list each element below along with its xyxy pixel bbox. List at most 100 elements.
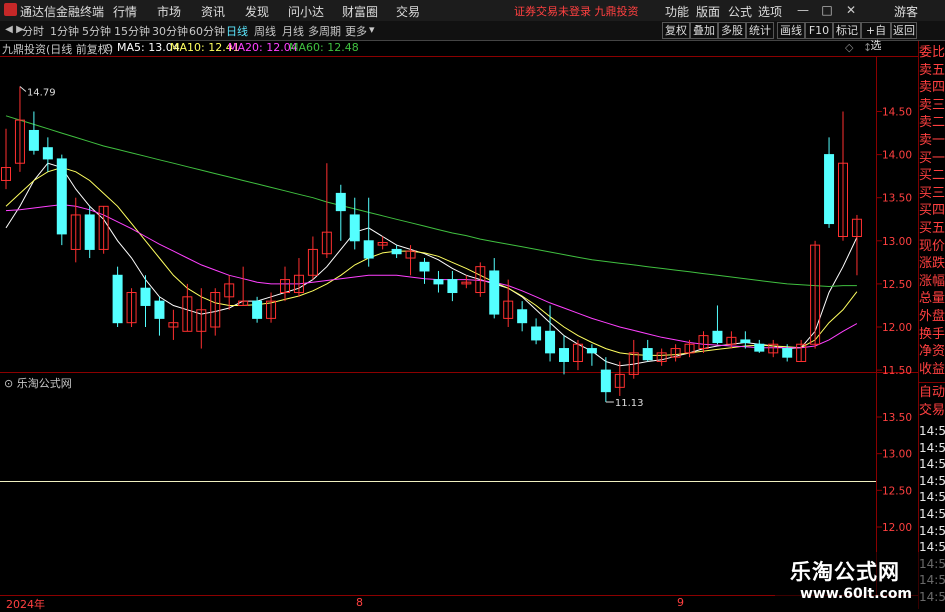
candle — [656, 348, 667, 366]
quote-label: 卖三 — [919, 97, 945, 113]
quote-label: 总量 — [919, 291, 945, 307]
candle — [28, 111, 39, 155]
kline-chart[interactable]: 14.50 14.00 13.50 13.00 12.50 12.00 11.50 14.7… — [0, 0, 945, 609]
candle-body — [754, 343, 765, 352]
candle — [196, 288, 207, 349]
candle — [391, 245, 402, 259]
candle-body — [42, 147, 53, 160]
quote-label: 卖四 — [919, 80, 945, 96]
candle — [768, 339, 779, 358]
ma-line-ma5 — [5, 162, 858, 367]
candle-body — [252, 300, 263, 319]
candle — [489, 258, 500, 319]
candle — [84, 206, 95, 259]
candle — [14, 86, 25, 172]
candle — [238, 266, 249, 306]
candle — [642, 339, 653, 362]
quote-label: 现价 — [919, 238, 945, 254]
candle-body — [112, 274, 123, 324]
candle — [461, 275, 472, 289]
candle-body — [782, 348, 793, 358]
candle — [824, 137, 835, 228]
candle — [433, 270, 444, 293]
candle — [712, 305, 723, 345]
quote-label: 收益 — [919, 361, 945, 377]
candle — [252, 296, 263, 323]
candle — [293, 258, 304, 297]
candle — [56, 154, 67, 246]
tick-time: 14:56 — [919, 440, 945, 455]
high-marker-line — [19, 86, 27, 92]
candle — [182, 283, 193, 332]
candle — [614, 361, 625, 396]
sub-panel-header[interactable]: ⊙ 乐淘公式网 — [4, 375, 72, 391]
quote-label: 涨跌 — [919, 256, 945, 272]
sub-price-axis: 13.50 13.00 12.50 12.00 — [876, 412, 912, 534]
candle — [586, 344, 597, 366]
candle — [419, 258, 430, 284]
watermark-title: 乐淘公式网 — [790, 560, 900, 584]
candle-body — [824, 154, 835, 225]
quote-label: 涨幅 — [919, 273, 945, 289]
candle-body — [740, 339, 751, 344]
sub-axis-tick-label: 12.50 — [882, 485, 912, 497]
sub-axis-tick-label: 13.00 — [882, 449, 912, 461]
candle — [851, 214, 862, 276]
candle — [838, 111, 848, 241]
axis-tick-label: 12.50 — [882, 279, 912, 291]
low-label: 11.13 — [615, 398, 644, 409]
candle-body — [642, 348, 653, 361]
tick-time: 14:55 — [919, 424, 945, 438]
high-label: 14.79 — [27, 88, 56, 99]
candle — [349, 197, 360, 250]
date-label-aug: 8 — [356, 596, 363, 609]
candle — [447, 270, 458, 302]
tick-time: 14:56 — [919, 507, 945, 521]
candle-body — [28, 129, 39, 151]
quote-label: 净资 — [919, 344, 945, 360]
axis-tick-label: 14.00 — [882, 150, 912, 162]
quote-label: 换手 — [919, 326, 945, 342]
date-label-sep: 9 — [677, 596, 684, 609]
candle-body — [335, 192, 346, 212]
date-label-2024: 2024年 — [6, 598, 45, 611]
candle — [517, 301, 528, 332]
quote-label: 买四 — [919, 203, 945, 219]
candle — [796, 339, 807, 362]
candle-body — [349, 214, 360, 242]
candle — [600, 357, 611, 402]
quote-label: 卖五 — [919, 62, 945, 78]
tick-time: 14:56 — [919, 457, 945, 472]
quote-label: 卖二 — [919, 115, 945, 131]
candle — [531, 318, 542, 345]
candle-body — [363, 240, 374, 259]
candle — [307, 236, 318, 280]
candle-body — [517, 309, 528, 324]
candle — [154, 296, 165, 336]
candle-body — [531, 326, 542, 341]
axis-tick-label: 13.00 — [882, 236, 912, 248]
axis-tick-label: 13.50 — [882, 193, 912, 205]
sub-settings-icon[interactable]: ⊙ — [4, 377, 17, 390]
candle — [363, 197, 374, 267]
candle-body — [545, 330, 556, 354]
candle-body — [559, 348, 569, 362]
quote-label: 买五 — [919, 221, 945, 236]
tick-time: 14:56 — [919, 523, 945, 538]
quote-label: 买三 — [919, 185, 945, 201]
candle-body — [433, 279, 444, 285]
candle — [670, 344, 681, 362]
trade-label[interactable]: 交易 — [919, 403, 945, 419]
quote-label: 买一 — [919, 150, 945, 166]
candle-body — [56, 158, 67, 235]
candle-body — [447, 279, 458, 294]
sub-axis-tick-label: 12.00 — [882, 522, 912, 534]
candle-body — [84, 214, 95, 250]
axis-tick-label: 11.50 — [882, 365, 912, 377]
trade-label[interactable]: 自动 — [919, 385, 945, 401]
main-price-axis: 14.50 14.00 13.50 13.00 12.50 12.00 11.50 — [876, 107, 912, 377]
tick-time: 14:56 — [919, 473, 945, 488]
candle — [112, 266, 123, 327]
candle-body — [391, 248, 402, 255]
watermark-url: www.60lt.com — [800, 586, 913, 602]
